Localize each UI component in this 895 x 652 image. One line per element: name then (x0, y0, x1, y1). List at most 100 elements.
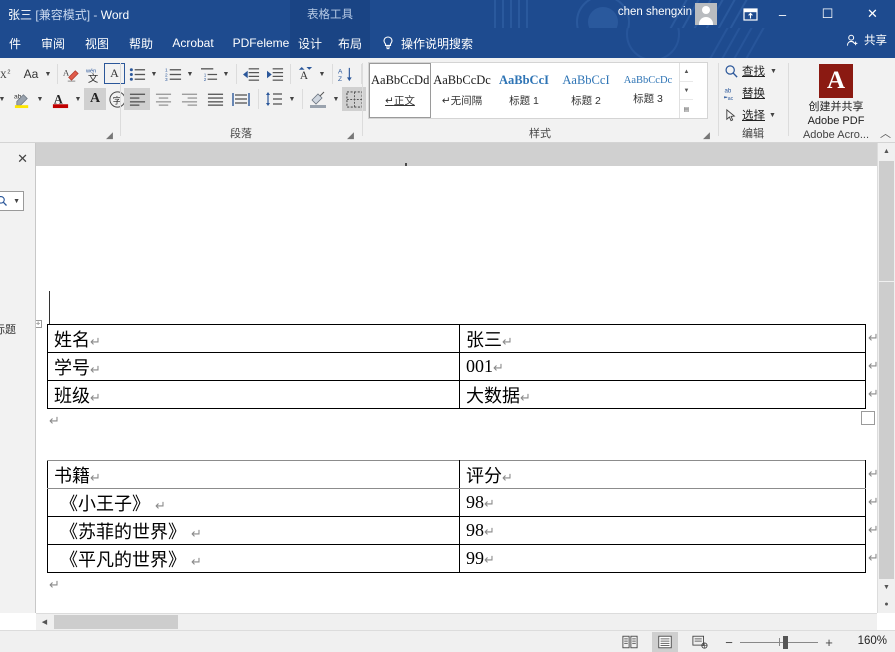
align-center-icon[interactable] (150, 88, 176, 110)
style-item-no-spacing[interactable]: AaBbCcDc ↵无间隔 (431, 63, 493, 118)
change-case-icon[interactable]: Aa (18, 63, 44, 85)
tell-me-label: 操作说明搜索 (401, 36, 474, 51)
zoom-out-button[interactable]: − (722, 634, 736, 650)
font-size-caret-icon[interactable]: ▼ (0, 88, 8, 110)
line-spacing-caret-icon[interactable]: ▼ (286, 88, 298, 110)
font-color-caret-icon[interactable]: ▼ (72, 88, 84, 110)
collapse-ribbon-button[interactable]: ︿ (880, 125, 891, 141)
account-user-name[interactable]: chen shengxin (618, 6, 692, 18)
text-highlight-color-icon[interactable]: ab (10, 88, 34, 110)
read-mode-icon[interactable] (617, 632, 643, 652)
zoom-in-button[interactable]: + (822, 634, 836, 650)
phonetic-guide-icon[interactable]: wén 文 (82, 63, 104, 85)
align-left-icon[interactable] (124, 88, 150, 110)
table-row[interactable]: 书籍↵ 评分↵ (47, 460, 866, 489)
sort-caret-icon[interactable]: ▼ (316, 63, 328, 85)
tab-view[interactable]: 视图 (76, 28, 118, 58)
tab-help[interactable]: 帮助 (120, 28, 162, 58)
zoom-level-label[interactable]: 160% (858, 635, 887, 647)
horizontal-scrollbar[interactable]: ◀ (36, 613, 877, 630)
document-page[interactable]: ✛ 姓名↵ 张三↵ 学号↵ 001↵ 班级↵ 大数据↵ ↵ ↵ ↵ ↵ 书籍↵ … (36, 166, 877, 613)
scroll-left-icon[interactable]: ◀ (36, 614, 53, 630)
paragraph-dialog-launcher[interactable]: ◢ (347, 130, 357, 140)
superscript-icon[interactable]: X2 (0, 63, 14, 85)
vertical-scroll-track[interactable] (879, 282, 894, 579)
table-book-ratings[interactable]: 书籍↵ 评分↵ 《小王子》 ↵ 98↵ 《苏菲的世界》 ↵ 98↵ 《平凡的世界》 ↵… (47, 460, 866, 573)
multilevel-list-icon[interactable]: 1 2 (198, 63, 220, 85)
close-button[interactable]: ✕ (850, 0, 895, 28)
font-color-icon[interactable]: A (48, 88, 72, 110)
replace-button[interactable]: ab ac 替换 (724, 85, 765, 101)
table-row[interactable]: 姓名↵ 张三↵ (47, 324, 866, 353)
style-item-heading-1[interactable]: AaBbCcI 标题 1 (493, 63, 555, 118)
share-button[interactable]: 共享 (845, 32, 887, 48)
select-browse-object-icon[interactable]: ● (878, 596, 895, 613)
style-item-normal[interactable]: AaBbCcDdI ↵正文 (369, 63, 431, 118)
maximize-button[interactable]: ☐ (805, 0, 850, 28)
highlight-caret-icon[interactable]: ▼ (34, 88, 46, 110)
tab-mail[interactable]: 件 (0, 28, 30, 58)
decrease-indent-icon[interactable] (240, 63, 262, 85)
select-button[interactable]: 选择 ▼ (724, 107, 776, 123)
zoom-slider-thumb[interactable] (783, 636, 788, 649)
table-resize-handle[interactable] (861, 411, 875, 425)
style-item-heading-2[interactable]: AaBbCcI 标题 2 (555, 63, 617, 118)
vertical-scroll-thumb[interactable] (879, 161, 894, 281)
shading-icon[interactable] (306, 88, 330, 110)
font-dialog-launcher[interactable]: ◢ (106, 130, 116, 140)
styles-gallery[interactable]: AaBbCcDdI ↵正文 AaBbCcDc ↵无间隔 AaBbCcI 标题 1… (368, 62, 708, 119)
sort-icon[interactable]: A (294, 63, 316, 85)
table-row[interactable]: 学号↵ 001↵ (47, 352, 866, 381)
gallery-more-icon[interactable]: ▤ (680, 100, 693, 118)
scroll-up-icon[interactable]: ▲ (878, 143, 895, 160)
close-icon[interactable]: ✕ (17, 151, 28, 167)
tab-acrobat[interactable]: Acrobat (164, 28, 222, 58)
bullets-icon[interactable] (126, 63, 148, 85)
line-spacing-icon[interactable] (262, 88, 286, 110)
tab-review[interactable]: 审阅 (32, 28, 74, 58)
shading-caret-icon[interactable]: ▼ (330, 88, 342, 110)
user-avatar-icon[interactable] (695, 3, 717, 25)
adobe-pdf-icon[interactable]: A (819, 64, 853, 98)
web-layout-icon[interactable] (687, 632, 713, 652)
gallery-scroll-up-icon[interactable]: ▲ (680, 63, 693, 82)
cell-text: 98 (466, 492, 484, 512)
find-caret-icon[interactable]: ▼ (770, 68, 777, 75)
numbering-icon[interactable]: 123 (162, 63, 184, 85)
style-item-heading-3[interactable]: AaBbCcDc 标题 3 (617, 63, 679, 118)
create-share-pdf-button[interactable]: 创建并共享 Adobe PDF (790, 100, 882, 128)
align-right-icon[interactable] (176, 88, 202, 110)
table-row[interactable]: 班级↵ 大数据↵ (47, 380, 866, 409)
justify-icon[interactable] (202, 88, 228, 110)
numbering-caret-icon[interactable]: ▼ (184, 63, 196, 85)
navigation-search-box[interactable]: ▼ (0, 191, 24, 211)
table-student-info[interactable]: 姓名↵ 张三↵ 学号↵ 001↵ 班级↵ 大数据↵ (47, 324, 866, 409)
row-end-mark: ↵ (868, 331, 877, 346)
tab-table-design[interactable]: 设计 (290, 28, 330, 58)
scroll-down-icon[interactable]: ▼ (878, 579, 895, 596)
sort-az-icon[interactable]: AZ (335, 63, 357, 85)
styles-dialog-launcher[interactable]: ◢ (703, 130, 713, 140)
multilevel-caret-icon[interactable]: ▼ (220, 63, 232, 85)
increase-indent-icon[interactable] (264, 63, 286, 85)
table-row[interactable]: 《小王子》 ↵ 98↵ (47, 488, 866, 517)
bullets-caret-icon[interactable]: ▼ (148, 63, 160, 85)
tab-table-layout[interactable]: 布局 (330, 28, 370, 58)
table-row[interactable]: 《平凡的世界》 ↵ 99↵ (47, 544, 866, 573)
clear-formatting-icon[interactable]: A (60, 63, 82, 85)
chevron-down-icon[interactable]: ▼ (13, 198, 20, 205)
change-case-caret-icon[interactable]: ▼ (42, 63, 54, 85)
table1-move-handle[interactable]: ✛ (36, 320, 42, 328)
minimize-button[interactable]: – (760, 0, 805, 28)
find-button[interactable]: 查找 ▼ (724, 63, 777, 79)
text-effects-icon[interactable]: A (84, 88, 106, 110)
tell-me-search[interactable]: 操作说明搜索 (380, 28, 473, 58)
select-caret-icon[interactable]: ▼ (769, 112, 776, 119)
distributed-icon[interactable] (228, 88, 254, 110)
horizontal-scroll-thumb[interactable] (54, 615, 178, 629)
print-layout-icon[interactable] (652, 632, 678, 652)
table-row[interactable]: 《苏菲的世界》 ↵ 98↵ (47, 516, 866, 545)
styles-gallery-scroll[interactable]: ▲ ▼ ▤ (679, 63, 693, 118)
vertical-scrollbar[interactable]: ▲ ▼ ● (877, 143, 895, 613)
gallery-scroll-down-icon[interactable]: ▼ (680, 82, 693, 101)
